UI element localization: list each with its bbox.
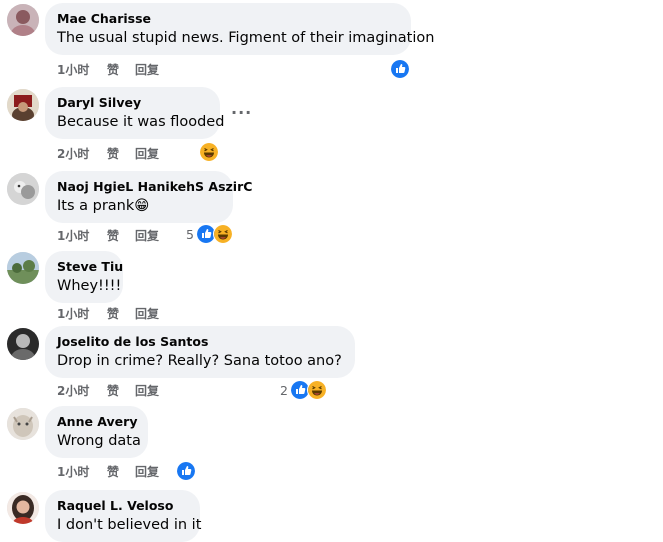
comment-text: Drop in crime? Really? Sana totoo ano? (57, 353, 342, 369)
reaction-summary[interactable] (176, 461, 196, 481)
comment-actions: 2小时 赞 回复 (57, 145, 159, 161)
reaction-summary[interactable] (390, 59, 410, 79)
avatar[interactable] (7, 89, 39, 121)
like-button[interactable]: 赞 (107, 61, 135, 78)
avatar[interactable] (7, 4, 39, 36)
like-icon (390, 59, 410, 79)
comment-bubble: Naoj HgieL HanikehS AszirC Its a prank😁 (45, 171, 252, 223)
reply-button[interactable]: 回复 (135, 227, 159, 244)
like-button[interactable]: 赞 (107, 382, 135, 399)
commenter-name[interactable]: Daryl Silvey (57, 95, 208, 111)
haha-icon (199, 142, 219, 162)
comment-time[interactable]: 1小时 (57, 227, 107, 244)
avatar[interactable] (7, 252, 39, 284)
comment-bubble: Daryl Silvey Because it was flooded (45, 87, 225, 139)
avatar[interactable] (7, 173, 39, 205)
avatar[interactable] (7, 408, 39, 440)
commenter-name[interactable]: Naoj HgieL HanikehS AszirC (57, 179, 252, 195)
comment-time[interactable]: 2小时 (57, 145, 107, 162)
like-button[interactable]: 赞 (107, 145, 135, 162)
reply-button[interactable]: 回复 (135, 61, 159, 78)
comment-actions: 1小时 赞 回复 (57, 227, 159, 243)
commenter-name[interactable]: Steve Tiu (57, 259, 123, 275)
comment-time[interactable]: 2小时 (57, 382, 107, 399)
avatar[interactable] (7, 328, 39, 360)
comment-text: Its a prank😁 (57, 198, 150, 214)
comment-text: Because it was flooded (57, 114, 225, 130)
haha-icon (212, 224, 233, 244)
comment-text: Whey!!!! (57, 278, 122, 294)
avatar[interactable] (7, 492, 39, 524)
commenter-name[interactable]: Mae Charisse (57, 11, 399, 27)
reaction-summary[interactable] (199, 142, 219, 162)
reply-button[interactable]: 回复 (135, 382, 159, 399)
more-options-icon[interactable]: ··· (231, 103, 252, 122)
comment-text: I don't believed in it (57, 517, 202, 533)
comment-time[interactable]: 1小时 (57, 61, 107, 78)
comment-actions: 1小时 赞 回复 (57, 61, 159, 77)
comment-bubble: Steve Tiu Whey!!!! (45, 251, 123, 303)
commenter-name[interactable]: Joselito de los Santos (57, 334, 343, 350)
comment-actions: 1小时 赞 回复 (57, 305, 159, 321)
haha-icon (306, 380, 327, 400)
like-icon (176, 461, 196, 481)
comment-time[interactable]: 1小时 (57, 463, 107, 480)
comment-actions: 2小时 赞 回复 (57, 382, 159, 398)
comment-bubble: Raquel L. Veloso I don't believed in it (45, 490, 202, 542)
comment-bubble: Joselito de los Santos Drop in crime? Re… (45, 326, 355, 378)
comment-text: The usual stupid news. Figment of their … (57, 30, 435, 46)
commenter-name[interactable]: Anne Avery (57, 414, 137, 430)
like-button[interactable]: 赞 (107, 305, 135, 322)
comment-actions: 1小时 赞 回复 (57, 463, 159, 479)
reaction-summary[interactable]: 5 (186, 224, 233, 244)
reply-button[interactable]: 回复 (135, 463, 159, 480)
reaction-summary[interactable]: 2 (280, 380, 327, 400)
comment-bubble: Anne Avery Wrong data (45, 406, 148, 458)
reply-button[interactable]: 回复 (135, 145, 159, 162)
commenter-name[interactable]: Raquel L. Veloso (57, 498, 188, 514)
comment-time[interactable]: 1小时 (57, 305, 107, 322)
reaction-count: 2 (280, 382, 288, 398)
reply-button[interactable]: 回复 (135, 305, 159, 322)
like-button[interactable]: 赞 (107, 227, 135, 244)
reaction-count: 5 (186, 226, 194, 242)
like-button[interactable]: 赞 (107, 463, 135, 480)
comment-text: Wrong data (57, 433, 141, 449)
comment-bubble: Mae Charisse The usual stupid news. Figm… (45, 3, 435, 55)
